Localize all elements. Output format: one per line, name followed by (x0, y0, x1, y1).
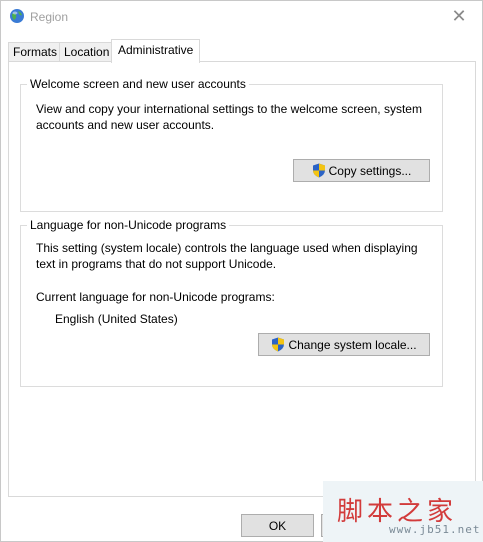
non-unicode-group-title: Language for non-Unicode programs (27, 218, 230, 232)
close-button[interactable]: ✕ (436, 1, 482, 32)
change-system-locale-label: Change system locale... (288, 337, 417, 352)
current-language-value: English (United States) (55, 312, 178, 326)
window-title: Region (30, 10, 69, 24)
current-language-label: Current language for non-Unicode program… (36, 290, 275, 304)
ok-button[interactable]: OK (241, 514, 314, 537)
tab-administrative[interactable]: Administrative (111, 39, 201, 63)
welcome-group-title: Welcome screen and new user accounts (27, 77, 249, 91)
watermark-url: www.jb51.net (389, 523, 481, 536)
close-icon: ✕ (451, 6, 467, 26)
non-unicode-description: This setting (system locale) controls th… (36, 240, 436, 272)
administrative-panel: Welcome screen and new user accounts Vie… (8, 61, 476, 497)
welcome-description-line1: View and copy your international setting… (36, 102, 422, 116)
tab-location[interactable]: Location (59, 42, 115, 62)
non-unicode-description-line2: text in programs that do not support Uni… (36, 257, 277, 271)
uac-shield-icon (272, 337, 285, 352)
uac-shield-icon (312, 163, 325, 178)
watermark: 脚本之家 www.jb51.net (323, 481, 483, 542)
tab-formats[interactable]: Formats (8, 42, 63, 62)
welcome-description-line2: accounts and new user accounts. (36, 118, 215, 132)
region-dialog: Region ✕ Formats Location Administrative… (0, 0, 483, 542)
copy-settings-button[interactable]: Copy settings... (293, 159, 430, 182)
non-unicode-description-line1: This setting (system locale) controls th… (36, 241, 418, 255)
tab-strip: Formats Location Administrative (8, 39, 478, 63)
non-unicode-group: Language for non-Unicode programs This s… (20, 218, 443, 387)
welcome-description: View and copy your international setting… (36, 101, 436, 133)
welcome-screen-group: Welcome screen and new user accounts Vie… (20, 77, 443, 212)
globe-icon (10, 9, 24, 23)
copy-settings-label: Copy settings... (328, 163, 412, 178)
change-system-locale-button[interactable]: Change system locale... (258, 333, 430, 356)
title-bar: Region ✕ (1, 1, 482, 32)
